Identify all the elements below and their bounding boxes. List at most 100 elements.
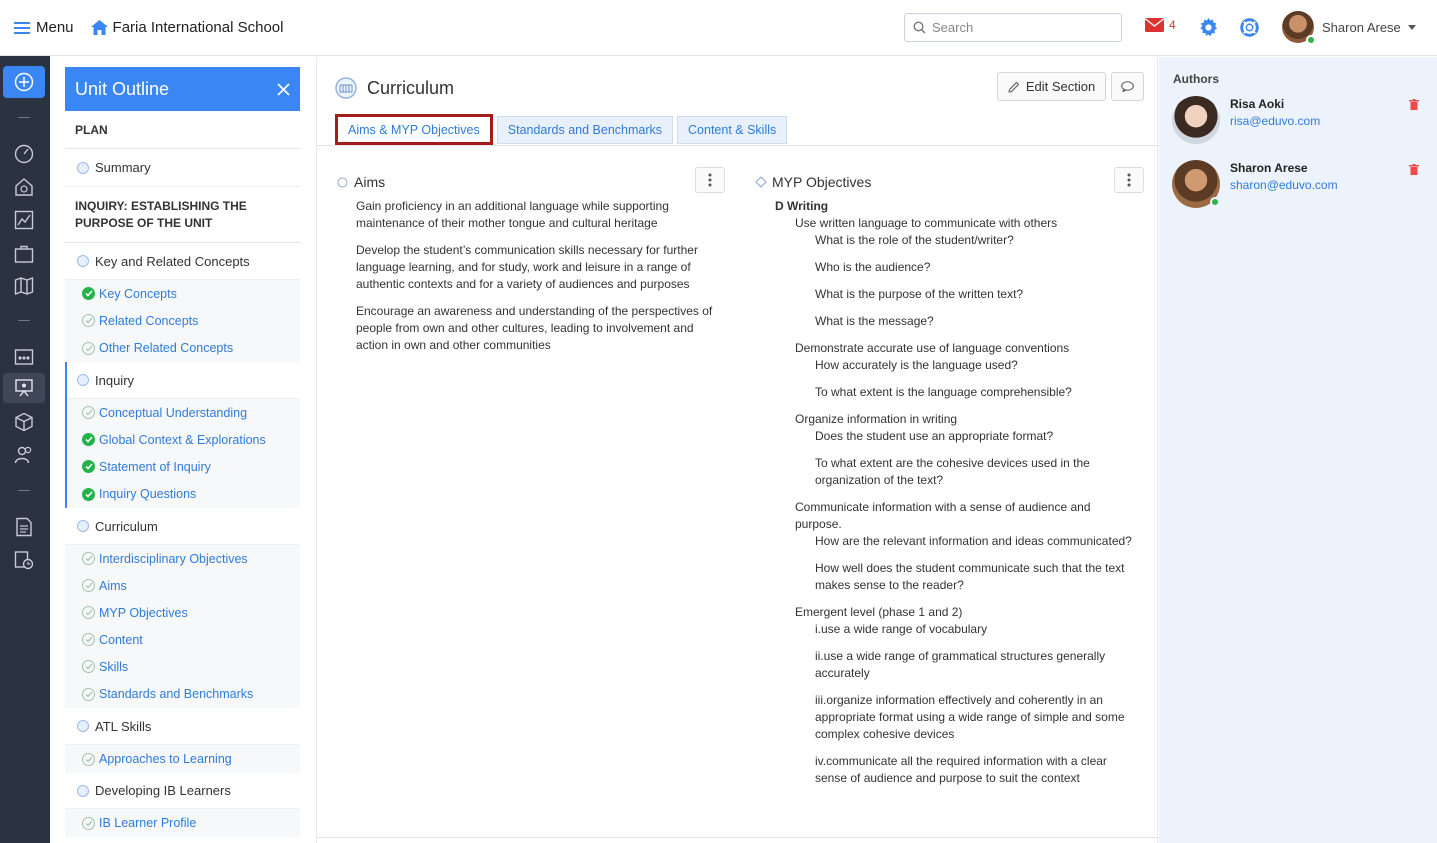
close-icon[interactable] bbox=[277, 82, 290, 96]
curriculum-icon bbox=[335, 77, 357, 99]
section-icon bbox=[77, 255, 89, 267]
outline-item-global-context[interactable]: Global Context & Explorations bbox=[67, 426, 300, 453]
rail-unit-planner-button[interactable] bbox=[3, 373, 45, 403]
outline-item-label: Statement of Inquiry bbox=[99, 459, 211, 474]
check-outline-icon bbox=[82, 579, 95, 592]
outline-item-related-concepts[interactable]: Related Concepts bbox=[65, 307, 300, 334]
outline-section-label: Key and Related Concepts bbox=[95, 253, 250, 269]
tab-divider bbox=[317, 145, 1159, 146]
rail-dashboard-button[interactable] bbox=[10, 140, 38, 168]
rail-map-button[interactable] bbox=[10, 272, 38, 300]
classroom-icon bbox=[14, 349, 34, 365]
check-outline-icon bbox=[82, 314, 95, 327]
outline-item-statement-of-inquiry[interactable]: Statement of Inquiry bbox=[67, 453, 300, 480]
myp-objectives-column: MYP Objectives D Writing Use written lan… bbox=[755, 174, 1135, 787]
outline-section-inquiry[interactable]: Inquiry bbox=[67, 362, 300, 399]
outline-item-interdisciplinary-objectives[interactable]: Interdisciplinary Objectives bbox=[65, 545, 300, 572]
rail-reports-button[interactable] bbox=[10, 206, 38, 234]
outline-header: Unit Outline bbox=[65, 67, 300, 111]
rail-calendar-button[interactable] bbox=[10, 173, 38, 201]
page-title: Curriculum bbox=[367, 77, 455, 98]
outline-item-label: Interdisciplinary Objectives bbox=[99, 551, 248, 566]
settings-button[interactable] bbox=[1199, 18, 1218, 40]
rail-people-button[interactable] bbox=[10, 441, 38, 469]
rail-portfolio-button[interactable] bbox=[10, 240, 38, 268]
rail-schedule-button[interactable] bbox=[10, 546, 38, 574]
outline-item-label: Inquiry Questions bbox=[99, 487, 197, 501]
outline-section-label: Curriculum bbox=[95, 518, 158, 534]
outline-item-content[interactable]: Content bbox=[65, 626, 300, 653]
objectives-more-button[interactable] bbox=[1114, 167, 1144, 193]
outline-item-aims[interactable]: Aims bbox=[65, 572, 300, 599]
rail-documents-button[interactable] bbox=[10, 513, 38, 541]
objective-label: Demonstrate accurate use of language con… bbox=[795, 341, 1070, 355]
section-icon bbox=[77, 720, 89, 732]
rail-resources-button[interactable] bbox=[10, 408, 38, 436]
objective-question: iii.organize information effectively and… bbox=[815, 693, 1125, 741]
author-email-link[interactable]: risa@eduvo.com bbox=[1230, 114, 1320, 128]
outline-item-approaches-to-learning[interactable]: Approaches to Learning bbox=[65, 745, 300, 773]
avatar bbox=[1172, 160, 1220, 208]
outline-item-key-concepts[interactable]: Key Concepts bbox=[65, 280, 300, 307]
line-chart-icon bbox=[14, 210, 34, 230]
outline-section-label: Inquiry bbox=[95, 372, 135, 388]
outline-item-inquiry-questions[interactable]: Inquiry Questions bbox=[67, 480, 300, 508]
outline-section-key-related-concepts[interactable]: Key and Related Concepts bbox=[65, 243, 300, 280]
aim-text: Gain proficiency in an additional langua… bbox=[356, 199, 669, 230]
trash-icon[interactable] bbox=[1409, 99, 1419, 110]
unit-outline-panel: Unit Outline PLAN Summary INQUIRY: ESTAB… bbox=[65, 67, 300, 843]
check-outline-icon bbox=[82, 341, 95, 355]
outline-item-label: Skills bbox=[99, 659, 129, 674]
user-menu[interactable]: Sharon Arese bbox=[1282, 11, 1416, 45]
search-box[interactable] bbox=[904, 13, 1122, 42]
tab-content-skills[interactable]: Content & Skills bbox=[677, 116, 788, 144]
author-email-link[interactable]: sharon@eduvo.com bbox=[1230, 178, 1338, 192]
document-icon bbox=[16, 517, 32, 537]
objective-label: Use written language to communicate with… bbox=[795, 216, 1058, 230]
objective-label: Communicate information with a sense of … bbox=[795, 500, 1091, 531]
objective-question: To what extent are the cohesive devices … bbox=[815, 456, 1090, 487]
check-outline-icon bbox=[82, 816, 95, 830]
help-button[interactable] bbox=[1240, 18, 1259, 40]
inquiry-header: INQUIRY: ESTABLISHING THE PURPOSE OF THE… bbox=[65, 187, 300, 243]
edit-section-button[interactable]: Edit Section bbox=[997, 72, 1106, 101]
objective-question: Who is the audience? bbox=[815, 260, 931, 274]
hamburger-icon bbox=[14, 21, 30, 34]
aims-more-button[interactable] bbox=[695, 167, 725, 193]
outline-title: Unit Outline bbox=[75, 78, 170, 99]
tab-standards-benchmarks[interactable]: Standards and Benchmarks bbox=[496, 116, 674, 144]
comment-icon bbox=[1121, 81, 1134, 92]
mail-count: 4 bbox=[1169, 18, 1176, 32]
outline-item-skills[interactable]: Skills bbox=[65, 653, 300, 680]
messages-button[interactable]: 4 bbox=[1145, 18, 1176, 32]
outline-section-curriculum[interactable]: Curriculum bbox=[65, 508, 300, 545]
add-button[interactable] bbox=[3, 66, 45, 98]
outline-item-standards-benchmarks[interactable]: Standards and Benchmarks bbox=[65, 680, 300, 708]
comment-button[interactable] bbox=[1111, 72, 1144, 101]
outline-section-atl-skills[interactable]: ATL Skills bbox=[65, 708, 300, 745]
author-info: Sharon Arese sharon@eduvo.com bbox=[1230, 161, 1338, 208]
outline-item-conceptual-understanding[interactable]: Conceptual Understanding bbox=[67, 399, 300, 426]
search-input[interactable] bbox=[932, 20, 1112, 35]
school-home-link[interactable]: Faria International School bbox=[90, 19, 283, 36]
check-outline-icon bbox=[82, 406, 95, 419]
aims-list: Gain proficiency in an additional langua… bbox=[356, 198, 728, 354]
menu-button[interactable]: Menu bbox=[14, 19, 74, 36]
online-status-dot bbox=[1306, 35, 1316, 45]
outline-item-label: IB Learner Profile bbox=[99, 816, 197, 830]
authors-title: Authors bbox=[1173, 72, 1219, 86]
outline-item-summary[interactable]: Summary bbox=[65, 149, 300, 187]
outline-item-other-related-concepts[interactable]: Other Related Concepts bbox=[65, 334, 300, 362]
schedule-icon bbox=[14, 551, 34, 570]
online-status-dot bbox=[1210, 197, 1220, 207]
check-outline-icon bbox=[82, 633, 95, 646]
outline-item-myp-objectives[interactable]: MYP Objectives bbox=[65, 599, 300, 626]
trash-icon[interactable] bbox=[1409, 164, 1419, 175]
aims-column: Aims Gain proficiency in an additional l… bbox=[337, 174, 727, 354]
outline-section-developing-ib-learners[interactable]: Developing IB Learners bbox=[65, 773, 300, 809]
tab-aims-myp-objectives[interactable]: Aims & MYP Objectives bbox=[335, 114, 493, 145]
author-name: Sharon Arese bbox=[1230, 161, 1308, 175]
rail-classes-button[interactable] bbox=[10, 343, 38, 371]
outline-item-label: Global Context & Explorations bbox=[99, 432, 266, 447]
outline-item-ib-learner-profile[interactable]: IB Learner Profile bbox=[65, 809, 300, 837]
